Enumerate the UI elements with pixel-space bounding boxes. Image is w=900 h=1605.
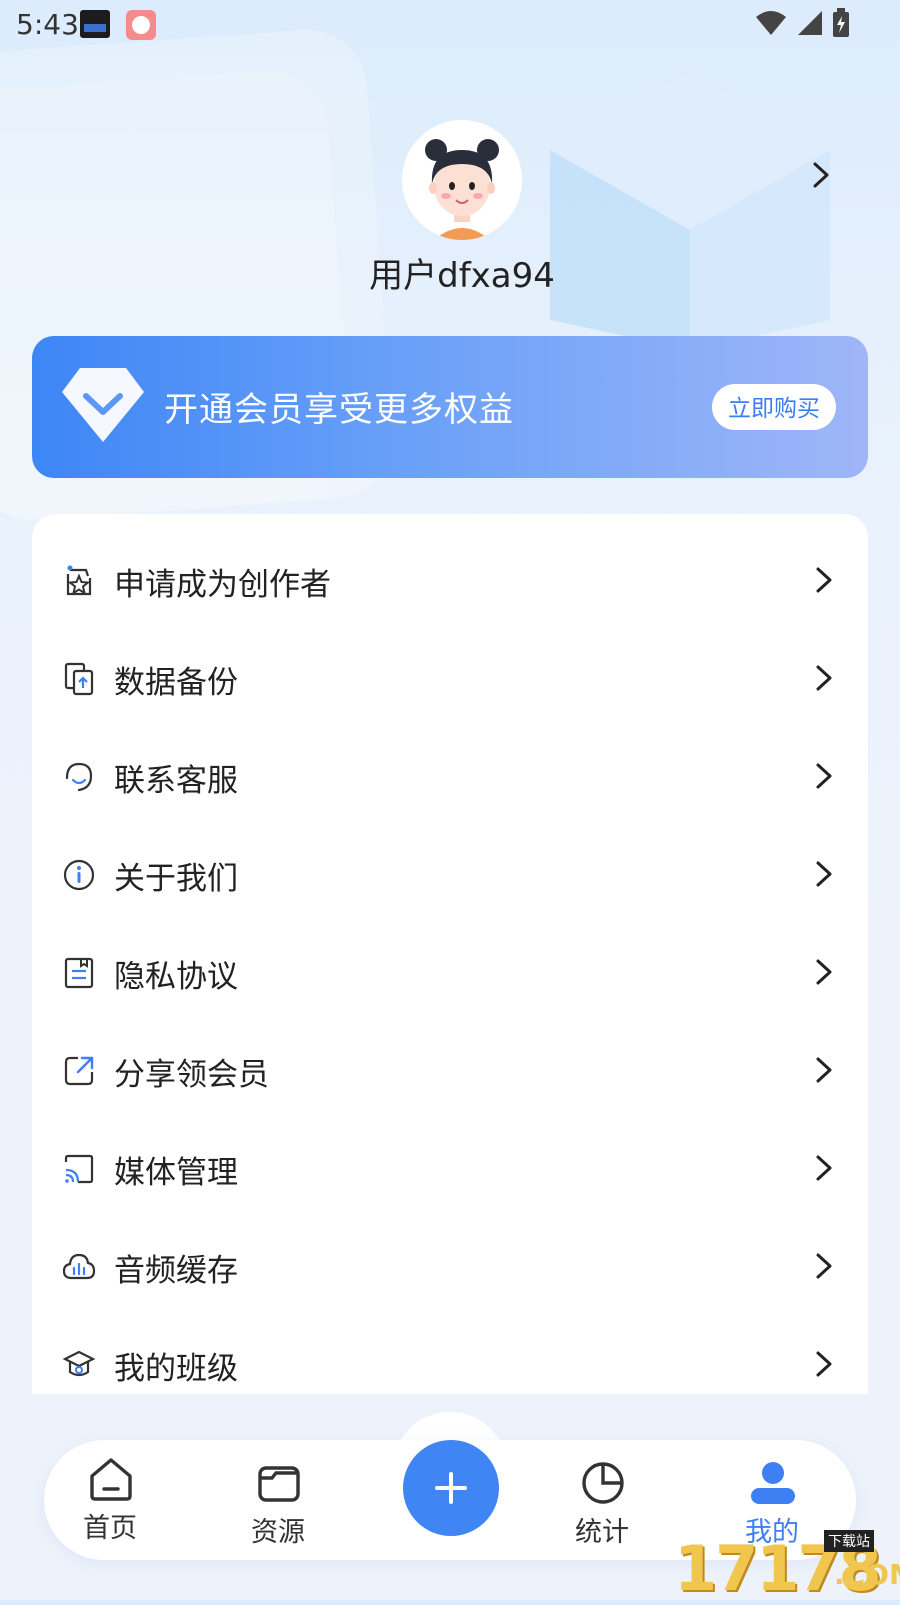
chevron-right-icon: [816, 763, 832, 789]
info-icon: [63, 859, 95, 891]
nav-statistics[interactable]: 统计: [542, 1444, 662, 1564]
chevron-right-icon: [816, 861, 832, 887]
backup-icon: [64, 662, 94, 696]
chevron-right-icon: [816, 1253, 832, 1279]
menu-item-about-us[interactable]: 关于我们: [32, 823, 868, 923]
watermark-top-text: 下载站: [824, 1530, 874, 1552]
menu-item-share-vip[interactable]: 分享领会员: [32, 1019, 868, 1119]
menu-item-privacy-policy[interactable]: 隐私协议: [32, 921, 868, 1021]
chevron-right-icon: [816, 1351, 832, 1377]
nav-label: 首页: [83, 1513, 137, 1544]
privacy-document-icon: [64, 957, 94, 989]
pie-chart-icon: [582, 1462, 624, 1504]
battery-charging-icon: [833, 8, 849, 37]
signal-icon: [798, 11, 822, 35]
menu-item-media-management[interactable]: 媒体管理: [32, 1117, 868, 1217]
menu-item-label: 数据备份: [114, 665, 238, 701]
buy-now-button[interactable]: 立即购买: [712, 384, 836, 430]
home-icon: [90, 1458, 132, 1501]
person-icon: [751, 1462, 795, 1504]
folder-icon: [258, 1466, 300, 1502]
watermark-suffix: .COM: [834, 1558, 900, 1591]
menu-item-label: 隐私协议: [114, 959, 238, 995]
chevron-right-icon: [816, 1155, 832, 1181]
nav-label: 资源: [251, 1517, 305, 1548]
status-time: 5:43: [16, 8, 79, 41]
chevron-right-icon: [816, 665, 832, 691]
menu-item-apply-creator[interactable]: 申请成为创作者: [32, 529, 868, 629]
menu-item-data-backup[interactable]: 数据备份: [32, 627, 868, 727]
notification-app-icon: [80, 10, 110, 38]
notification-app-icon: [126, 10, 156, 40]
menu-item-label: 申请成为创作者: [114, 567, 331, 603]
avatar-image: [402, 120, 522, 240]
menu-item-contact-service[interactable]: 联系客服: [32, 725, 868, 825]
cast-icon: [64, 1154, 94, 1184]
menu-item-label: 联系客服: [114, 763, 238, 799]
add-button[interactable]: [403, 1440, 499, 1536]
share-icon: [64, 1056, 94, 1086]
menu-item-label: 关于我们: [114, 861, 238, 897]
menu-item-label: 分享领会员: [114, 1057, 269, 1093]
vip-promo-text: 开通会员享受更多权益: [164, 390, 514, 430]
customer-service-icon: [65, 762, 93, 792]
profile-chevron-right-icon[interactable]: [806, 160, 836, 190]
chevron-right-icon: [816, 1057, 832, 1083]
cloud-audio-icon: [62, 1253, 96, 1280]
menu-item-audio-cache[interactable]: 音频缓存: [32, 1215, 868, 1315]
creator-star-icon: [66, 565, 92, 596]
nav-home[interactable]: 首页: [50, 1440, 170, 1560]
menu-item-label: 我的班级: [114, 1351, 238, 1387]
wifi-icon: [756, 11, 786, 35]
class-icon: [62, 1350, 96, 1377]
menu-item-my-class[interactable]: 我的班级: [32, 1313, 868, 1394]
decorative-cube: [550, 70, 830, 350]
plus-icon: [435, 1472, 467, 1504]
vip-banner[interactable]: 开通会员享受更多权益 立即购买: [32, 336, 868, 478]
diamond-icon: [62, 368, 144, 442]
username: 用户dfxa94: [369, 256, 555, 296]
avatar[interactable]: [402, 120, 522, 240]
nav-label: 统计: [575, 1517, 629, 1548]
chevron-right-icon: [816, 567, 832, 593]
menu-item-label: 音频缓存: [114, 1253, 238, 1289]
nav-resources[interactable]: 资源: [218, 1444, 338, 1564]
settings-menu: 申请成为创作者 数据备份 联系客服 关于我们 隐私协议 分享领会员 媒体管理 音…: [32, 514, 868, 1394]
menu-item-label: 媒体管理: [114, 1155, 238, 1191]
status-bar: 5:43: [0, 0, 900, 48]
watermark-logo: 17178 下载站 .COM: [674, 1530, 900, 1605]
chevron-right-icon: [816, 959, 832, 985]
